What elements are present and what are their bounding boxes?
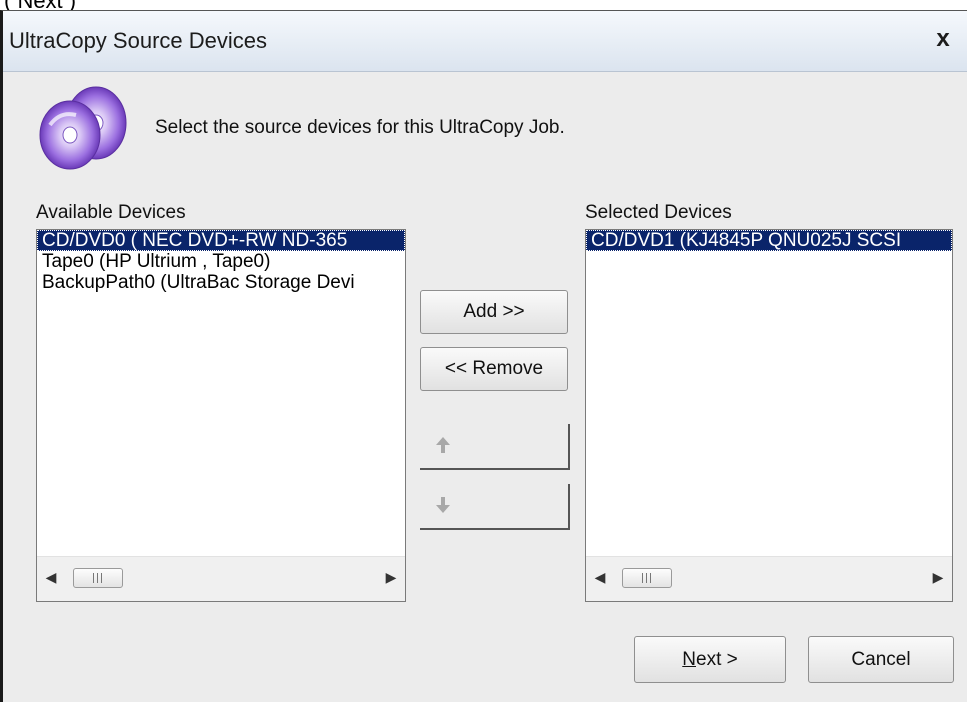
move-down-button[interactable] (420, 484, 570, 530)
next-mnemonic: N (682, 649, 696, 670)
next-label: ext > (696, 649, 738, 670)
dialog-window: UltraCopy Source Devices x Select the so… (0, 10, 967, 702)
arrow-down-icon (436, 497, 450, 513)
arrow-up-icon (436, 437, 450, 453)
cancel-button[interactable]: Cancel (808, 636, 954, 683)
remove-button[interactable]: << Remove (420, 347, 568, 391)
list-item[interactable]: CD/DVD1 (KJ4845P QNU025J SCSI (586, 230, 952, 251)
scroll-left-icon[interactable]: ◀ (41, 569, 61, 586)
available-items-container: CD/DVD0 ( NEC DVD+-RW ND-365 Tape0 (HP U… (37, 230, 405, 555)
scroll-right-icon[interactable]: ▶ (381, 569, 401, 586)
scroll-thumb[interactable] (622, 568, 672, 588)
add-button[interactable]: Add >> (420, 290, 568, 334)
window-title: UltraCopy Source Devices (9, 28, 267, 53)
list-item[interactable]: CD/DVD0 ( NEC DVD+-RW ND-365 (37, 230, 405, 251)
available-devices-list[interactable]: CD/DVD0 ( NEC DVD+-RW ND-365 Tape0 (HP U… (36, 229, 406, 602)
available-devices-label: Available Devices (36, 202, 186, 223)
scroll-right-icon[interactable]: ▶ (928, 569, 948, 586)
cd-discs-icon (39, 86, 127, 170)
instruction-text: Select the source devices for this Ultra… (155, 117, 565, 138)
selected-items-container: CD/DVD1 (KJ4845P QNU025J SCSI (586, 230, 952, 555)
available-horizontal-scrollbar[interactable]: ◀ ▶ (37, 556, 405, 601)
title-bar[interactable]: UltraCopy Source Devices x (3, 11, 967, 72)
grip-icon (642, 573, 654, 583)
list-item[interactable]: Tape0 (HP Ultrium , Tape0) (37, 251, 405, 272)
grip-icon (93, 573, 105, 583)
selected-devices-list[interactable]: CD/DVD1 (KJ4845P QNU025J SCSI ◀ ▶ (585, 229, 953, 602)
move-up-button[interactable] (420, 424, 570, 470)
next-button[interactable]: Next > (634, 636, 786, 683)
list-item[interactable]: BackupPath0 (UltraBac Storage Devi (37, 272, 405, 293)
scroll-thumb[interactable] (73, 568, 123, 588)
scroll-left-icon[interactable]: ◀ (590, 569, 610, 586)
close-button[interactable]: x (929, 23, 957, 55)
selected-devices-label: Selected Devices (585, 202, 732, 223)
selected-horizontal-scrollbar[interactable]: ◀ ▶ (586, 556, 952, 601)
